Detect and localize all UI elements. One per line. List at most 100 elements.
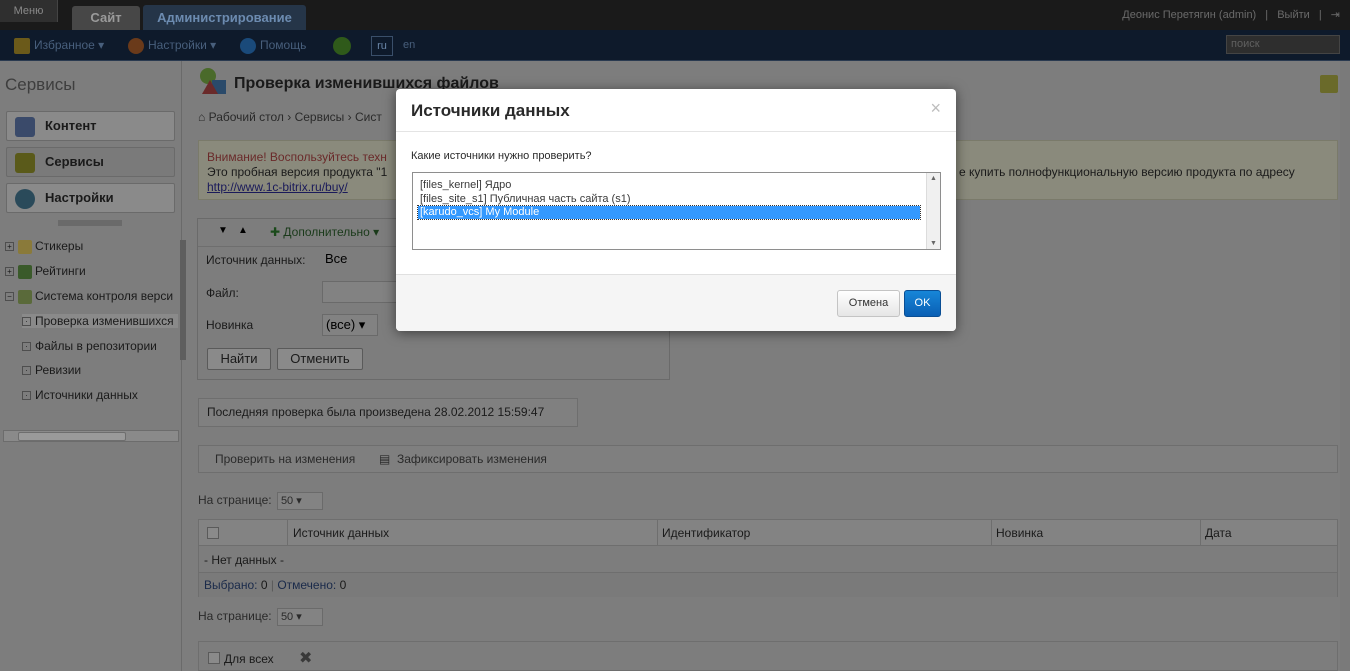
tree-item-label: Система контроля верси [35,289,174,303]
commit-icon: ▤ [379,452,391,466]
breadcrumb-text[interactable]: Рабочий стол › Сервисы › Сист [209,110,382,124]
export-icon[interactable] [1320,75,1338,93]
separator: | [1265,9,1269,21]
sidebar-resize-handle[interactable] [58,220,122,226]
tree-item-repo-files[interactable]: · Файлы в репозитории [22,339,157,353]
perpage-top: На странице: 50 ▾ [198,492,323,510]
services-icon [15,153,35,173]
dialog-divider [396,131,956,132]
column-new[interactable]: Новинка [996,526,1043,540]
buy-link[interactable]: http://www.1c-bitrix.ru/buy/ [207,180,348,194]
ok-button[interactable]: OK [904,290,941,317]
pin-icon[interactable]: ⇥ [1331,9,1340,21]
collapse-down-icon[interactable]: ▼ [218,225,228,236]
lang-en[interactable]: en [403,39,415,51]
scrollbar-thumb[interactable] [18,432,126,441]
settings-label: Настройки [148,38,207,53]
gear-icon [15,189,35,209]
close-icon[interactable]: × [930,98,941,119]
scroll-up-icon[interactable]: ▲ [930,175,937,182]
user-area: Деонис Перетягин (admin) | Выйти | ⇥ [1116,8,1340,21]
scroll-down-icon[interactable]: ▼ [930,240,937,247]
dialog-question: Какие источники нужно проверить? [411,150,592,162]
check-changes-button[interactable]: Проверить на изменения [215,446,355,472]
separator: | [1318,9,1322,21]
sidebar-button-settings[interactable]: Настройки [6,183,175,213]
tree-item-check-changes[interactable]: · Проверка изменившихся [22,314,178,328]
new-select[interactable]: (все) ▾ [322,314,378,336]
perpage-select[interactable]: 50 ▾ [276,608,323,626]
results-grid: Источник данных Идентификатор Новинка Да… [198,519,1338,597]
tree-item-ratings[interactable]: + Рейтинги [5,264,86,279]
user-name[interactable]: Деонис Перетягин (admin) [1122,9,1256,21]
selected-label: Выбрано: [204,578,258,592]
logout-link[interactable]: Выйти [1277,9,1310,21]
tree-item-data-sources[interactable]: · Источники данных [22,388,138,402]
update-arrow-icon [333,37,351,55]
tree-item-revisions[interactable]: · Ревизии [22,363,81,377]
cancel-filter-button[interactable]: Отменить [277,348,363,370]
page-icon: · [22,391,31,401]
search-input[interactable]: поиск [1226,35,1340,54]
expand-icon[interactable]: + [5,242,14,252]
marked-count: 0 [339,578,347,592]
actions-bar: Проверить на изменения ▤ Зафиксировать и… [198,445,1338,473]
find-button[interactable]: Найти [207,348,271,370]
data-sources-dialog: Источники данных × Какие источники нужно… [396,89,956,331]
perpage-label: На странице: [198,609,272,624]
menu-button[interactable]: Меню [0,0,58,22]
tab-site[interactable]: Сайт [72,6,140,30]
sidebar-button-content[interactable]: Контент [6,111,175,141]
sidebar-button-label: Настройки [45,190,114,205]
commit-changes-button[interactable]: Зафиксировать изменения [397,446,547,472]
no-data-message: - Нет данных - [204,553,284,567]
column-id[interactable]: Идентификатор [662,526,750,540]
collapse-icon[interactable]: − [5,292,14,302]
perpage-select[interactable]: 50 ▾ [276,492,323,510]
page-scrollbar[interactable] [1340,61,1350,671]
favorites-menu[interactable]: Избранное ▾ [14,38,104,54]
cancel-button[interactable]: Отмена [837,290,900,317]
tree-item-vcs[interactable]: − Система контроля верси [5,289,173,304]
source-option-module[interactable]: [karudo_vcs] My Module [417,205,921,220]
breadcrumb[interactable]: ⌂ Рабочий стол › Сервисы › Сист [198,110,382,124]
select-all-checkbox[interactable] [207,527,219,539]
perpage-bottom: На странице: 50 ▾ [198,608,323,626]
file-label: Файл: [206,286,239,300]
sidebar: Сервисы Контент Сервисы Настройки + Стике… [0,61,182,671]
sidebar-scrollbar[interactable] [3,430,179,442]
tree-item-label: Рейтинги [35,264,86,278]
settings-menu[interactable]: Настройки ▾ [128,38,216,54]
tree-item-stickers[interactable]: + Стикеры [5,239,83,254]
collapse-up-icon[interactable]: ▲ [238,225,248,236]
column-date[interactable]: Дата [1205,526,1232,540]
source-option-kernel[interactable]: [files_kernel] Ядро [418,179,920,192]
for-all-label: Для всех [224,652,274,666]
column-source[interactable]: Источник данных [293,526,389,540]
help-label: Помощь [260,38,307,53]
file-input[interactable] [322,281,402,303]
sources-listbox[interactable]: [files_kernel] Ядро [files_site_s1] Публ… [412,172,941,250]
listbox-scrollbar[interactable]: ▲ ▼ [926,173,940,249]
sidebar-vertical-scrollbar[interactable] [180,240,186,360]
source-option-site[interactable]: [files_site_s1] Публичная часть сайта (s… [418,193,920,206]
source-select[interactable]: Все [322,249,402,271]
gear-icon [128,38,144,54]
sidebar-title: Сервисы [5,75,76,94]
add-filter-button[interactable]: ✚ Дополнительно ▾ [270,225,379,239]
sticker-icon [18,239,32,254]
bulk-actions-bar: Для всех ✖ [198,641,1338,671]
tab-admin[interactable]: Администрирование [143,5,306,30]
perpage-value: 50 [280,611,294,623]
tree-item-label: Файлы в репозитории [35,339,157,353]
lang-ru[interactable]: ru [371,36,393,56]
update-icon[interactable] [333,37,355,55]
top-bar: Меню Сайт Администрирование Деонис Перет… [0,0,1350,30]
delete-icon[interactable]: ✖ [299,648,312,668]
expand-icon[interactable]: + [5,267,14,277]
help-menu[interactable]: Помощь [240,38,306,54]
help-icon [240,38,256,54]
sidebar-button-services[interactable]: Сервисы [6,147,175,177]
new-label: Новинка [206,318,254,332]
for-all-checkbox[interactable] [208,652,220,664]
